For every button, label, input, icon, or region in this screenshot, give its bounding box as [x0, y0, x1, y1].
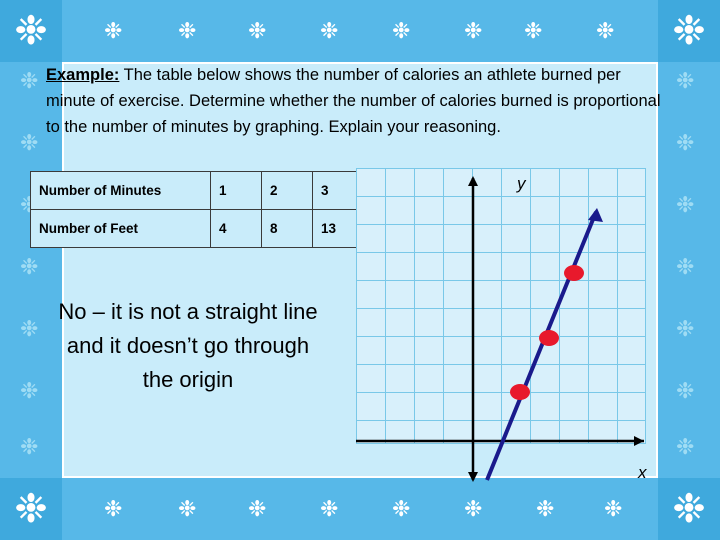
- answer-text: No – it is not a straight line and it do…: [58, 299, 318, 392]
- coordinate-graph: [356, 168, 656, 488]
- snowflake-icon: ❉: [672, 9, 706, 53]
- slide-canvas: ❉ ❉ ❉ ❉ ❉ ❉ ❉ ❉ ❉ ❉ ❉ ❉ ❉ ❉ ❉ ❉ ❉ ❉ ❉ ❉ …: [0, 0, 720, 540]
- example-label: Example:: [46, 66, 120, 84]
- snowflake-icon: ❉: [14, 9, 48, 53]
- table-cell: 8: [261, 209, 313, 248]
- snowflake-icon: ❉: [672, 487, 706, 531]
- example-body: The table below shows the number of calo…: [46, 66, 661, 136]
- y-axis-arrow-down: [468, 472, 478, 482]
- corner-decoration-bottom-left: ❉: [0, 478, 62, 540]
- table-cell: 1: [210, 171, 262, 210]
- border-band-top: [0, 0, 720, 62]
- table-row: Number of Minutes 1 2 3: [30, 171, 364, 210]
- corner-decoration-bottom-right: ❉: [658, 478, 720, 540]
- border-band-right: [658, 62, 720, 478]
- x-axis-label: x: [638, 463, 647, 482]
- snowflake-icon: ❉: [14, 487, 48, 531]
- y-axis-label: y: [517, 174, 526, 193]
- data-table: Number of Minutes 1 2 3 Number of Feet 4…: [30, 171, 364, 248]
- table-cell: 4: [210, 209, 262, 248]
- table-cell: 2: [261, 171, 313, 210]
- row-header: Number of Feet: [30, 209, 211, 248]
- problem-statement: Example: The table below shows the numbe…: [46, 62, 664, 140]
- corner-decoration-top-right: ❉: [658, 0, 720, 62]
- data-point-2: [539, 330, 559, 346]
- corner-decoration-top-left: ❉: [0, 0, 62, 62]
- data-point-3: [564, 265, 584, 281]
- table-row: Number of Feet 4 8 13: [30, 209, 364, 248]
- data-point-1: [510, 384, 530, 400]
- graph-grid: [356, 168, 646, 444]
- row-header: Number of Minutes: [30, 171, 211, 210]
